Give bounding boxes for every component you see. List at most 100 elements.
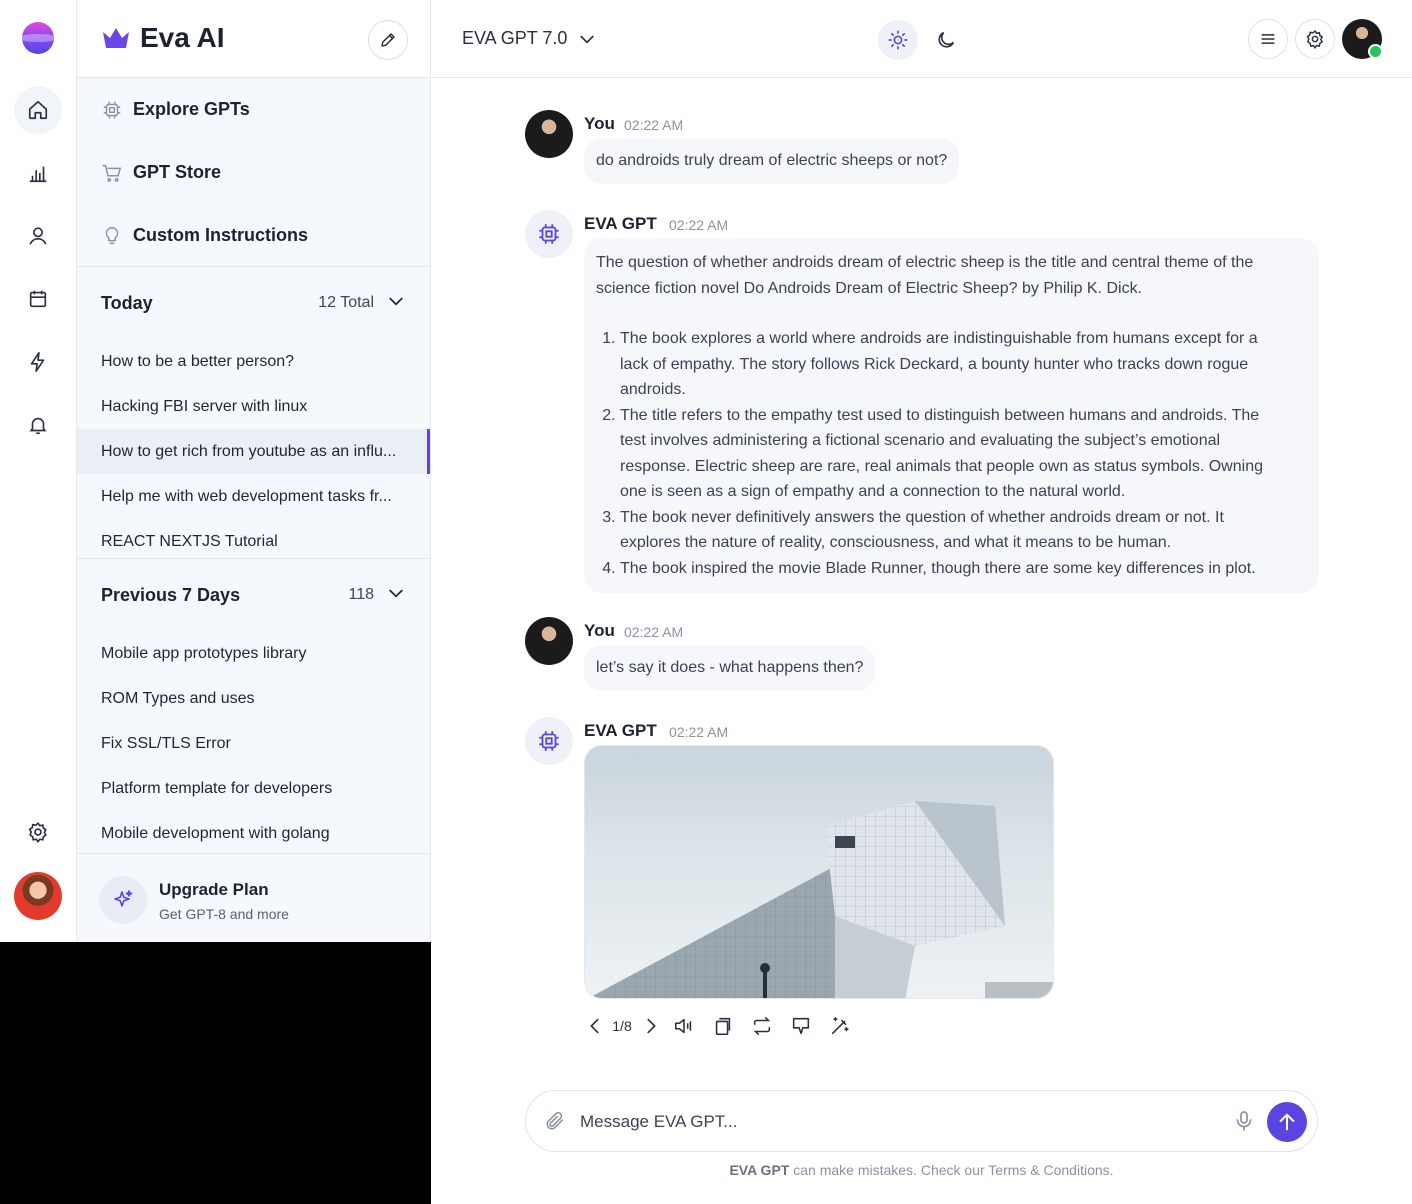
today-section: Today 12 Total How to be a better person… [77,267,430,559]
list-item: The book explores a world where androids… [620,326,1283,403]
sidebar: Eva AI Explore GPTs GPT Store Custom Ins… [77,0,431,942]
magic-wand-icon[interactable] [820,1012,859,1040]
cart-icon [101,162,123,184]
thumbs-down-icon[interactable] [781,1012,820,1040]
user-icon[interactable] [14,212,62,260]
chart-icon[interactable] [14,149,62,197]
message-composer [525,1090,1318,1152]
chat-item[interactable]: Mobile development with golang [77,811,430,856]
disclaimer-text: can make mistakes. Check our Terms & Con… [789,1162,1114,1178]
chat-item[interactable]: ROM Types and uses [77,676,430,721]
send-button[interactable] [1267,1102,1307,1142]
message-author: EVA GPT [584,721,657,740]
image-pager: 1/8 [612,1018,632,1034]
today-title: Today [101,292,153,313]
model-selector[interactable]: EVA GPT 7.0 [462,28,597,49]
image-actions: 1/8 [584,1012,859,1040]
nav-gpt-store[interactable]: GPT Store [77,141,430,204]
message-body: The question of whether androids dream o… [584,238,1319,593]
light-mode-button[interactable] [878,20,918,60]
chat-item[interactable]: Help me with web development tasks fr... [77,474,430,519]
topbar: EVA GPT 7.0 [431,0,1412,78]
message-text: do androids truly dream of electric shee… [584,138,960,184]
message-input[interactable] [580,1105,1210,1139]
bulb-icon [101,225,123,247]
settings-button[interactable] [1295,19,1335,59]
profile-avatar[interactable] [1342,19,1383,59]
chat-main: EVA GPT 7.0 You 02:22 AM do androids tru… [431,0,1412,1204]
calendar-icon[interactable] [14,275,62,323]
chevron-right-icon[interactable] [638,1012,664,1040]
chat-item[interactable]: Fix SSL/TLS Error [77,721,430,766]
message-intro: The question of whether androids dream o… [596,254,1254,297]
list-item: The title refers to the empathy test use… [620,403,1283,505]
brand-bar: Eva AI [77,0,430,78]
message-author: You [584,621,615,640]
chip-icon [101,99,123,121]
message-author: You [584,114,615,133]
menu-button[interactable] [1248,19,1288,59]
copy-icon[interactable] [703,1012,742,1040]
bell-icon[interactable] [14,401,62,449]
message-time: 02:22 AM [624,624,684,640]
gear-icon[interactable] [14,808,62,856]
chevron-down-icon [580,35,595,44]
today-count: 12 Total [318,294,374,311]
app-logo[interactable] [22,22,54,54]
upgrade-title: Upgrade Plan [159,880,269,899]
previous-title: Previous 7 Days [101,584,241,605]
message-user: You 02:22 AM do androids truly dream of … [525,110,1325,190]
nav-explore-gpts[interactable]: Explore GPTs [77,78,430,141]
pencil-icon [381,33,395,47]
chat-item-active[interactable]: How to get rich from youtube as an influ… [77,429,430,474]
icon-rail [0,0,77,942]
disclaimer-brand: EVA GPT [729,1162,790,1178]
moon-icon [938,31,955,48]
chevron-down-icon[interactable] [386,291,406,316]
disclaimer: EVA GPT can make mistakes. Check our Ter… [525,1162,1318,1178]
message-bot: EVA GPT 02:22 AM The question of whether… [525,210,1325,600]
nav-custom-instructions[interactable]: Custom Instructions [77,204,430,267]
regenerate-icon[interactable] [742,1012,781,1040]
today-header[interactable]: Today 12 Total [77,267,430,339]
chip-icon [525,210,573,258]
chat-item[interactable]: How to be a better person? [77,339,430,384]
chevron-left-icon[interactable] [584,1012,606,1040]
building-image [588,801,1053,998]
paperclip-icon[interactable] [544,1110,566,1132]
sparkle-icon [99,876,147,924]
dark-mode-button[interactable] [926,20,966,60]
chip-icon [525,717,573,765]
upgrade-plan[interactable]: Upgrade Plan Get GPT-8 and more [77,853,431,942]
message-time: 02:22 AM [669,724,729,740]
brand-name: Eva AI [140,22,225,53]
nav-explore-label: Explore GPTs [133,99,250,119]
generated-image[interactable] [584,745,1054,999]
nav-group: Explore GPTs GPT Store Custom Instructio… [77,78,430,267]
chat-item[interactable]: Hacking FBI server with linux [77,384,430,429]
microphone-icon[interactable] [1232,1109,1256,1133]
new-chat-button[interactable] [368,20,408,60]
arrow-up-icon [1279,1113,1295,1131]
message-text: let’s say it does - what happens then? [584,645,876,691]
home-icon[interactable] [14,86,62,134]
menu-icon [1261,34,1275,44]
message-user: You 02:22 AM let’s say it does - what ha… [525,617,1325,697]
user-avatar [525,617,573,665]
chevron-down-icon[interactable] [386,583,406,608]
nav-custom-label: Custom Instructions [133,225,309,245]
previous-section: Previous 7 Days 118 Mobile app prototype… [77,559,430,852]
message-list: The book explores a world where androids… [596,326,1283,581]
speaker-icon[interactable] [664,1012,703,1040]
sun-icon [888,30,908,50]
chat-item[interactable]: Platform template for developers [77,766,430,811]
chat-item[interactable]: REACT NEXTJS Tutorial [77,519,430,564]
crown-icon [101,26,131,50]
lightning-icon[interactable] [14,338,62,386]
user-avatar [525,110,573,158]
user-avatar[interactable] [14,872,62,920]
message-time: 02:22 AM [669,217,729,233]
previous-header[interactable]: Previous 7 Days 118 [77,559,430,631]
chat-item[interactable]: Mobile app prototypes library [77,631,430,676]
model-name: EVA GPT 7.0 [462,28,568,48]
